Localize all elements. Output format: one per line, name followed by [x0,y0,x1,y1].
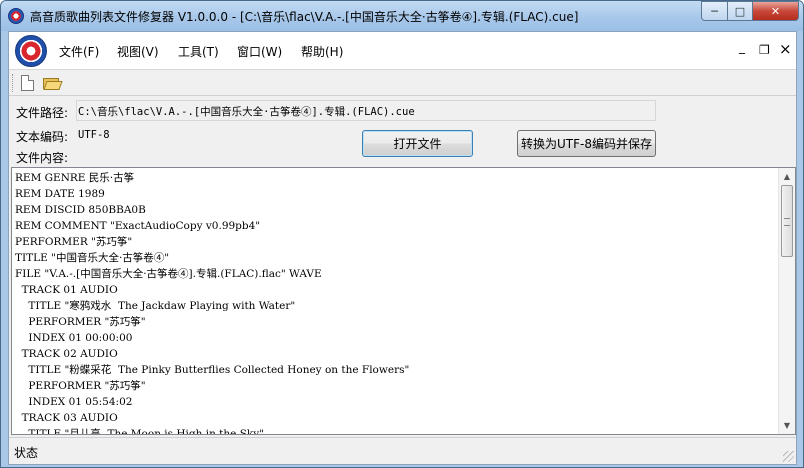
menu-file[interactable]: 文件(F) [59,43,99,60]
content-line: PERFORMER "苏巧筝" [15,380,146,392]
mdi-restore-button[interactable]: ❐ [759,43,770,57]
encoding-value: UTF-8 [78,129,110,141]
content-line: REM GENRE 民乐·古筝 [15,172,135,184]
content-line: REM DATE 1989 [15,188,105,200]
open-folder-icon[interactable] [43,76,63,90]
menu-window[interactable]: 窗口(W) [237,43,282,60]
status-text: 状态 [14,446,39,460]
menu-bar: 文件(F) 视图(V) 工具(T) 窗口(W) 帮助(H) _ ❐ × [9,32,796,70]
content-line: INDEX 01 05:54:02 [15,396,133,408]
content-line: TITLE "月儿高 The Moon is High in the Sky" [15,428,265,435]
mdi-close-button[interactable]: × [779,40,792,58]
scroll-thumb[interactable] [781,185,793,257]
content-line: TITLE "寒鸦戏水 The Jackdaw Playing with Wat… [15,300,296,312]
content-line: PERFORMER "苏巧筝" [15,236,133,248]
menu-view[interactable]: 视图(V) [117,43,159,60]
path-field[interactable]: C:\音乐\flac\V.A.-.[中国音乐大全·古筝卷④].专辑.(FLAC)… [76,100,656,121]
content-line: REM DISCID 850BBA0B [15,204,146,216]
content-lines: REM GENRE 民乐·古筝 REM DATE 1989 REM DISCID 8… [15,170,775,435]
status-bar: 状态 [9,437,796,464]
content-label: 文件内容: [16,151,69,165]
new-file-icon[interactable] [21,75,34,91]
toolbar-grip[interactable] [12,74,15,92]
minimize-button[interactable]: ─ [701,1,728,21]
close-button[interactable]: ✕ [752,1,799,21]
window-title: 高音质歌曲列表文件修复器 V1.0.0.0 - [C:\音乐\flac\V.A.… [30,10,579,24]
path-label: 文件路径: [16,106,69,120]
scroll-up-icon[interactable]: ▲ [779,168,795,185]
maximize-button[interactable]: □ [727,1,753,21]
open-file-button[interactable]: 打开文件 [362,130,473,157]
app-logo-icon[interactable] [15,35,47,67]
content-line: FILE "V.A.-.[中国音乐大全·古筝卷④].专辑.(FLAC).flac… [15,268,322,280]
content-line: TRACK 01 AUDIO [15,284,118,296]
title-bar[interactable]: 高音质歌曲列表文件修复器 V1.0.0.0 - [C:\音乐\flac\V.A.… [1,1,803,31]
content-line: INDEX 01 00:00:00 [15,332,133,344]
content-line: TITLE "粉蝶采花 The Pinky Butterflies Collec… [15,364,410,376]
menu-help[interactable]: 帮助(H) [301,43,343,60]
content-line: REM COMMENT "ExactAudioCopy v0.99pb4" [15,220,261,232]
app-window: 高音质歌曲列表文件修复器 V1.0.0.0 - [C:\音乐\flac\V.A.… [0,0,804,468]
client-area: 文件(F) 视图(V) 工具(T) 窗口(W) 帮助(H) _ ❐ × 文件路径… [8,31,797,465]
toolbar [9,70,796,96]
content-line: TITLE "中国音乐大全·古筝卷④" [15,252,170,264]
mdi-minimize-button[interactable]: _ [739,40,745,54]
encoding-label: 文本编码: [16,130,69,144]
content-line: TRACK 03 AUDIO [15,412,118,424]
app-icon[interactable] [8,8,24,24]
content-line: PERFORMER "苏巧筝" [15,316,146,328]
content-line: TRACK 02 AUDIO [15,348,118,360]
menu-tools[interactable]: 工具(T) [178,43,219,60]
resize-grip-icon[interactable] [783,451,794,462]
vertical-scrollbar[interactable]: ▲ ▼ [778,168,795,434]
file-content-textarea[interactable]: REM GENRE 民乐·古筝 REM DATE 1989 REM DISCID 8… [11,167,796,435]
convert-utf8-save-button[interactable]: 转换为UTF-8编码并保存 [517,130,656,157]
file-info-panel: 文件路径: C:\音乐\flac\V.A.-.[中国音乐大全·古筝卷④].专辑.… [9,96,796,166]
scroll-down-icon[interactable]: ▼ [779,417,795,434]
